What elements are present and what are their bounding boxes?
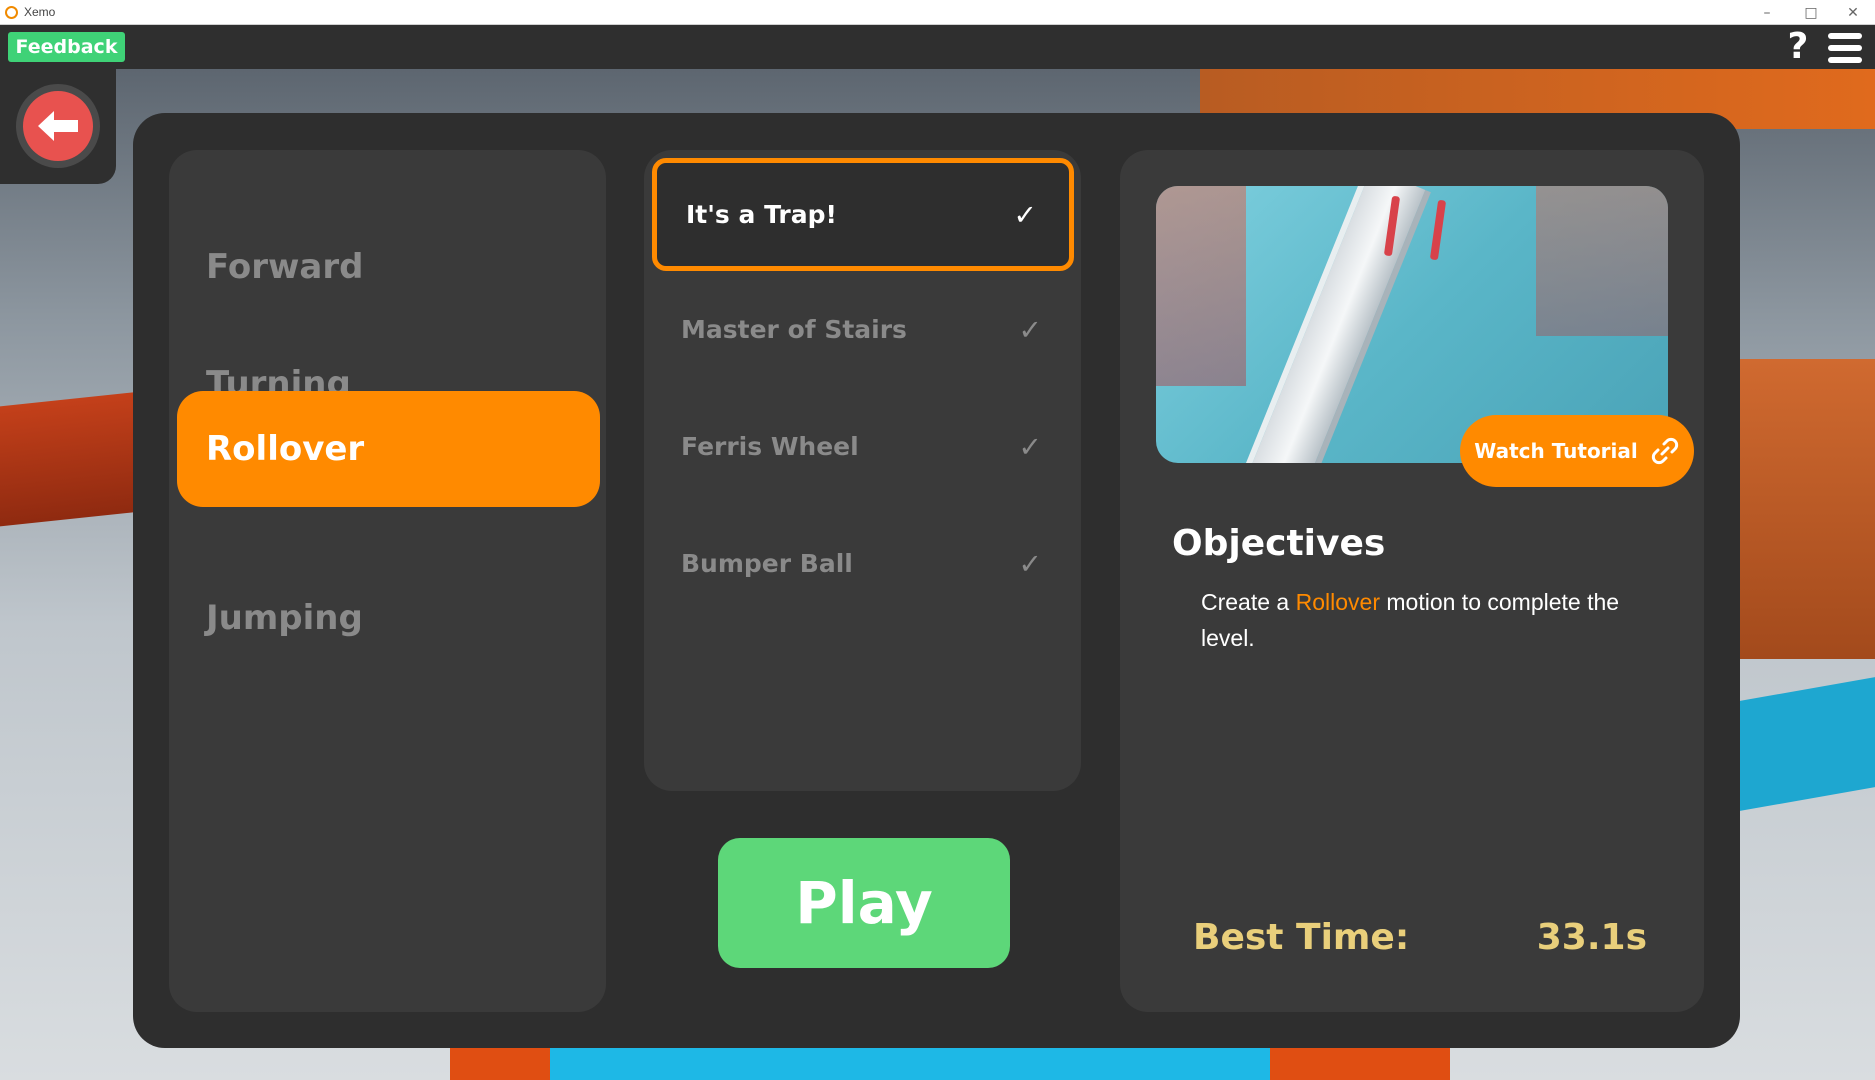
check-icon: ✓ — [1018, 313, 1042, 346]
scene-wall-left — [0, 391, 140, 527]
back-button[interactable] — [16, 84, 100, 168]
arrow-left-icon — [38, 111, 78, 141]
window-titlebar: Xemo – □ ✕ — [0, 0, 1875, 25]
maximize-button[interactable]: □ — [1789, 0, 1833, 25]
back-button-circle — [23, 91, 93, 161]
help-button[interactable]: ? — [1783, 27, 1813, 67]
level-label: Ferris Wheel — [681, 432, 859, 461]
play-button[interactable]: Play — [718, 838, 1010, 968]
preview-wall-right — [1536, 186, 1668, 336]
question-icon: ? — [1787, 26, 1809, 67]
window-title: Xemo — [24, 5, 56, 19]
menu-button[interactable] — [1828, 33, 1862, 63]
category-rollover[interactable]: Rollover — [177, 391, 600, 507]
feedback-button[interactable]: Feedback — [8, 32, 125, 62]
top-bar: Feedback ? — [0, 25, 1875, 69]
level-label: It's a Trap! — [686, 200, 837, 229]
check-icon: ✓ — [1018, 430, 1042, 463]
objectives-title: Objectives — [1172, 523, 1386, 564]
close-button[interactable]: ✕ — [1831, 0, 1875, 25]
category-jumping[interactable]: Jumping — [177, 560, 600, 676]
scene-shelf-right — [1740, 359, 1875, 659]
check-icon: ✓ — [1018, 547, 1042, 580]
level-label: Master of Stairs — [681, 315, 907, 344]
level-bumper-ball[interactable]: Bumper Ball ✓ — [652, 507, 1074, 620]
category-list: Forward Turning Rollover Jumping — [169, 150, 606, 1012]
level-list: It's a Trap! ✓ Master of Stairs ✓ Ferris… — [644, 150, 1081, 791]
hamburger-menu-icon — [1828, 33, 1862, 63]
best-time-value: 33.1s — [1536, 917, 1647, 958]
level-info-panel: Watch Tutorial Objectives Create a Rollo… — [1120, 150, 1704, 1012]
link-icon — [1651, 437, 1678, 465]
preview-wall-left — [1156, 186, 1246, 386]
watch-tutorial-label: Watch Tutorial — [1474, 439, 1638, 463]
watch-tutorial-button[interactable]: Watch Tutorial — [1460, 415, 1694, 487]
scene-floor-strip — [450, 1044, 1450, 1080]
level-select-panel: Forward Turning Rollover Jumping It's a … — [133, 113, 1740, 1048]
level-ferris-wheel[interactable]: Ferris Wheel ✓ — [652, 390, 1074, 503]
objectives-text: Create a Rollover motion to complete the… — [1201, 584, 1671, 656]
preview-rail — [1429, 199, 1447, 261]
back-button-container — [0, 69, 116, 184]
preview-track — [1238, 186, 1431, 463]
app-icon — [5, 5, 18, 19]
objective-highlight: Rollover — [1295, 589, 1380, 615]
level-its-a-trap[interactable]: It's a Trap! ✓ — [652, 158, 1074, 271]
minimize-button[interactable]: – — [1745, 0, 1789, 25]
level-label: Bumper Ball — [681, 549, 853, 578]
category-forward[interactable]: Forward — [177, 209, 600, 325]
level-master-of-stairs[interactable]: Master of Stairs ✓ — [652, 273, 1074, 386]
check-icon: ✓ — [1013, 198, 1037, 231]
scene-blue-pad — [1740, 677, 1875, 811]
objective-prefix: Create a — [1201, 589, 1296, 615]
best-time-label: Best Time: — [1193, 917, 1410, 958]
